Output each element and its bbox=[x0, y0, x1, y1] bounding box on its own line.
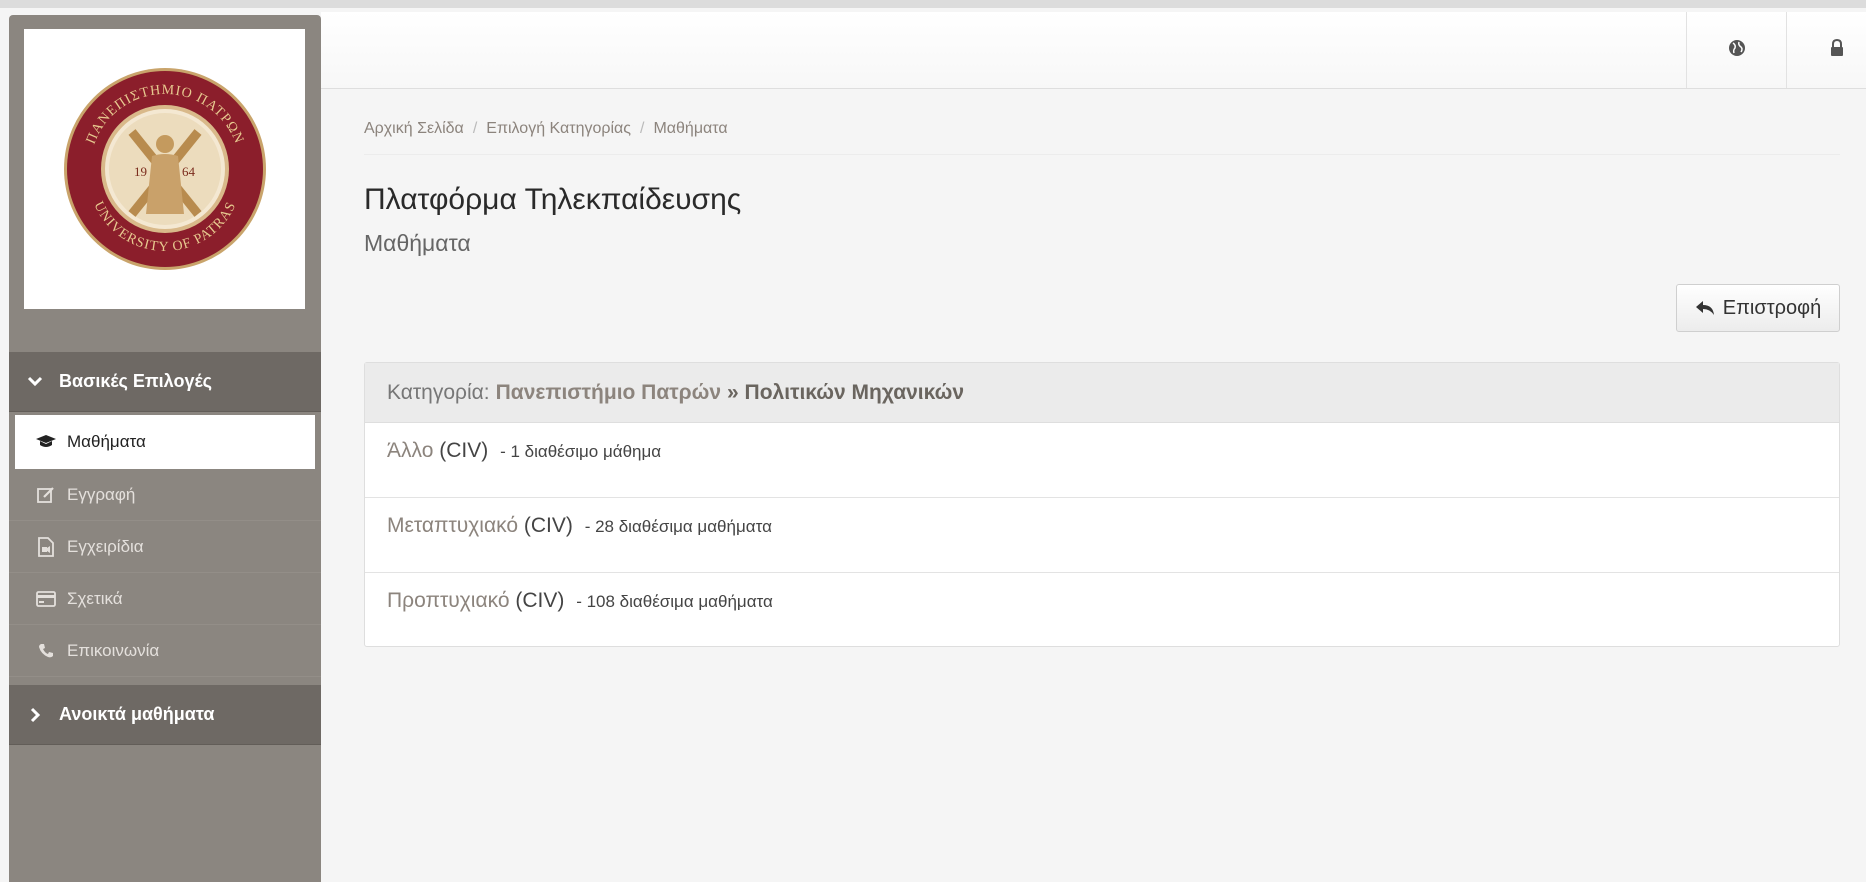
section-basic-options-label: Βασικές Επιλογές bbox=[59, 371, 212, 391]
sidebar-menu: Μαθήματα Εγγραφή Εγχειρίδια Σχετικά Επικ… bbox=[9, 415, 321, 677]
list-item: Προπτυχιακό (CIV) - 108 διαθέσιμα μαθήμα… bbox=[365, 573, 1839, 648]
sidebar-item-contact[interactable]: Επικοινωνία bbox=[9, 625, 321, 677]
subcategory-code: (CIV) bbox=[515, 589, 565, 612]
list-item: Άλλο (CIV) - 1 διαθέσιμο μάθημα bbox=[365, 423, 1839, 498]
language-button[interactable] bbox=[1686, 12, 1787, 88]
university-seal-icon: 19 64 ΠΑΝΕΠΙΣΤΗΜΙΟ ΠΑΤΡΩΝ UNIVERSITY OF … bbox=[63, 68, 266, 270]
page-title: Πλατφόρμα Τηλεκπαίδευσης bbox=[364, 183, 742, 216]
lock-icon bbox=[1830, 38, 1844, 62]
sidebar-item-about[interactable]: Σχετικά bbox=[9, 573, 321, 625]
globe-icon bbox=[1728, 39, 1746, 62]
divider bbox=[364, 154, 1840, 155]
edit-icon bbox=[35, 485, 57, 505]
back-button[interactable]: Επιστροφή bbox=[1676, 284, 1840, 332]
top-strip bbox=[0, 0, 1866, 8]
subcategory-code: (CIV) bbox=[523, 514, 573, 537]
phone-icon bbox=[35, 641, 57, 661]
breadcrumb-separator: / bbox=[640, 120, 645, 137]
section-open-courses-label: Ανοικτά μαθήματα bbox=[59, 704, 215, 724]
subcategory-code: (CIV) bbox=[439, 439, 489, 462]
sidebar-item-label: Εγγραφή bbox=[67, 484, 136, 504]
university-logo[interactable]: 19 64 ΠΑΝΕΠΙΣΤΗΜΙΟ ΠΑΤΡΩΝ UNIVERSITY OF … bbox=[24, 29, 305, 309]
credit-card-icon bbox=[35, 589, 57, 609]
svg-text:19: 19 bbox=[134, 164, 147, 179]
course-count: - 1 διαθέσιμο μάθημα bbox=[500, 442, 662, 461]
top-header bbox=[321, 12, 1866, 89]
chevron-right-icon bbox=[25, 707, 45, 723]
file-video-icon bbox=[35, 536, 57, 557]
breadcrumb-separator: / bbox=[472, 120, 478, 137]
graduation-cap-icon bbox=[35, 432, 57, 452]
subcategory-link[interactable]: Προπτυχιακό bbox=[387, 589, 510, 612]
category-prefix: Κατηγορία: bbox=[387, 380, 490, 404]
panel-heading: Κατηγορία: Πανεπιστήμιο Πατρών » Πολιτικ… bbox=[365, 363, 1839, 423]
page-subtitle: Μαθήματα bbox=[364, 230, 471, 256]
section-open-courses[interactable]: Ανοικτά μαθήματα bbox=[9, 685, 321, 745]
subcategory-link[interactable]: Άλλο bbox=[387, 439, 433, 462]
course-count: - 108 διαθέσιμα μαθήματα bbox=[576, 592, 773, 611]
sidebar-item-label: Επικοινωνία bbox=[67, 640, 160, 660]
svg-text:64: 64 bbox=[182, 164, 196, 179]
subcategory-link[interactable]: Μεταπτυχιακό bbox=[387, 514, 518, 537]
sidebar-item-courses[interactable]: Μαθήματα bbox=[15, 415, 315, 469]
list-item: Μεταπτυχιακό (CIV) - 28 διαθέσιμα μαθήμα… bbox=[365, 498, 1839, 573]
login-button[interactable] bbox=[1786, 12, 1866, 88]
category-panel: Κατηγορία: Πανεπιστήμιο Πατρών » Πολιτικ… bbox=[364, 362, 1840, 647]
category-current: » Πολιτικών Μηχανικών bbox=[727, 380, 965, 404]
back-button-label: Επιστροφή bbox=[1722, 296, 1822, 319]
sidebar-item-register[interactable]: Εγγραφή bbox=[9, 469, 321, 521]
sidebar: 19 64 ΠΑΝΕΠΙΣΤΗΜΙΟ ΠΑΤΡΩΝ UNIVERSITY OF … bbox=[9, 15, 321, 882]
chevron-down-icon bbox=[25, 376, 45, 388]
course-count: - 28 διαθέσιμα μαθήματα bbox=[584, 517, 772, 536]
breadcrumb-category[interactable]: Επιλογή Κατηγορίας bbox=[486, 120, 631, 137]
sidebar-item-label: Εγχειρίδια bbox=[67, 536, 144, 556]
breadcrumb-current: Μαθήματα bbox=[653, 120, 728, 137]
breadcrumb-home[interactable]: Αρχική Σελίδα bbox=[364, 120, 464, 137]
sidebar-item-manuals[interactable]: Εγχειρίδια bbox=[9, 521, 321, 573]
category-link-university[interactable]: Πανεπιστήμιο Πατρών bbox=[496, 381, 721, 405]
section-basic-options[interactable]: Βασικές Επιλογές bbox=[9, 352, 321, 412]
sidebar-item-label: Σχετικά bbox=[67, 588, 123, 608]
sidebar-item-label: Μαθήματα bbox=[67, 432, 146, 451]
breadcrumb: Αρχική Σελίδα / Επιλογή Κατηγορίας / Μαθήματ… bbox=[364, 120, 728, 138]
reply-icon bbox=[1695, 301, 1714, 315]
